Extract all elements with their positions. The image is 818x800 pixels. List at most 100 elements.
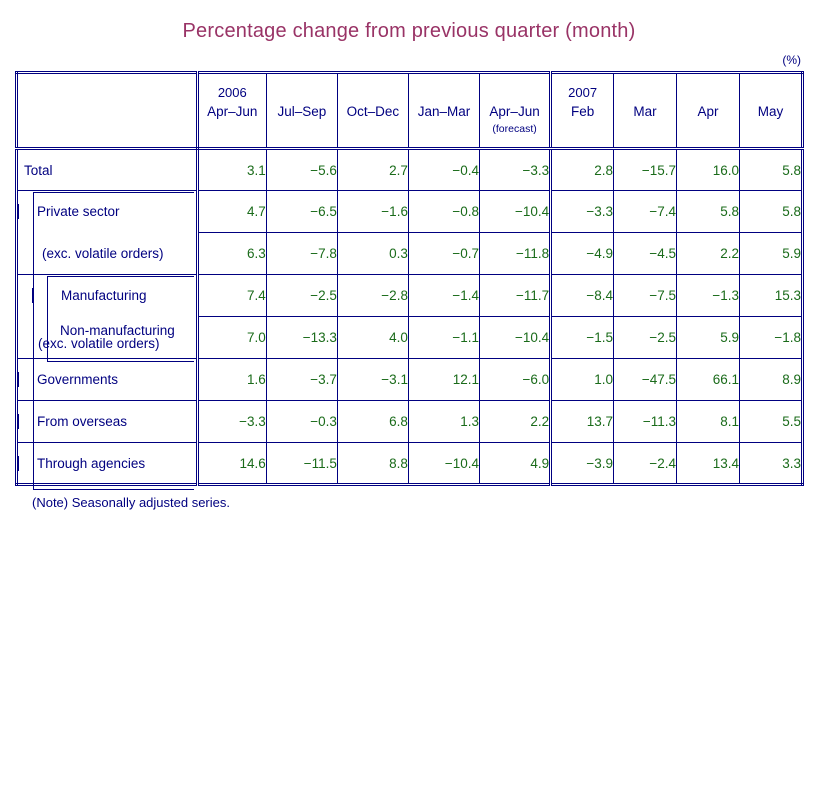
header-col-4: Apr–Jun (forecast) xyxy=(479,72,552,150)
cell-value: 2.8 xyxy=(549,148,615,191)
header-sub-8 xyxy=(740,121,801,137)
header-year-5: 2007 xyxy=(568,85,598,100)
table-row: Through agencies 14.6 −11.5 8.8 −10.4 4.… xyxy=(16,442,804,485)
table-row: Manufacturing 7.4 −2.5 −2.8 −1.4 −11.7 −… xyxy=(16,274,804,317)
header-period-8: May xyxy=(757,104,784,119)
header-period-4: Apr–Jun xyxy=(489,104,540,119)
header-row: 2006 Apr–Jun Jul–Sep Oct–Dec Jan–Mar Apr… xyxy=(16,72,804,150)
cell-value: −7.4 xyxy=(613,190,678,233)
cell-value: −47.5 xyxy=(613,358,678,401)
row-label-private-exc-volatile: (exc. volatile orders) xyxy=(16,232,199,275)
table-row: From overseas −3.3 −0.3 6.8 1.3 2.2 13.7… xyxy=(16,400,804,443)
cell-value: −11.7 xyxy=(479,274,552,317)
row-label-private-sector: Private sector xyxy=(16,190,199,233)
row-label-text: Total xyxy=(24,162,53,178)
cell-value: 5.9 xyxy=(676,316,740,359)
row-label-total: Total xyxy=(16,148,199,191)
cell-value: −1.5 xyxy=(549,316,615,359)
row-label-text: Private sector xyxy=(18,204,196,220)
cell-value: 5.9 xyxy=(738,232,804,275)
header-year-6 xyxy=(614,84,676,102)
cell-value: 14.6 xyxy=(196,442,267,485)
header-period-0: Apr–Jun xyxy=(207,104,258,119)
cell-value: −0.3 xyxy=(265,400,338,443)
cell-value: −1.4 xyxy=(407,274,481,317)
cell-value: −1.3 xyxy=(676,274,740,317)
cell-value: 1.0 xyxy=(549,358,615,401)
cell-value: 15.3 xyxy=(738,274,804,317)
cell-value: −4.9 xyxy=(549,232,615,275)
cell-value: 1.3 xyxy=(407,400,481,443)
header-sub-2 xyxy=(338,121,408,137)
cell-value: −2.8 xyxy=(336,274,409,317)
cell-value: 2.7 xyxy=(336,148,409,191)
unit-label: (%) xyxy=(782,53,801,67)
header-col-0: 2006 Apr–Jun xyxy=(196,72,267,150)
header-sub-6 xyxy=(614,121,676,137)
row-label-text: Governments xyxy=(18,372,196,387)
cell-value: −10.4 xyxy=(479,190,552,233)
header-corner-cell xyxy=(16,72,199,150)
header-col-8: May xyxy=(738,72,804,150)
header-sub-3 xyxy=(409,121,479,137)
cell-value: −15.7 xyxy=(613,148,678,191)
cell-value: −0.8 xyxy=(407,190,481,233)
table-header: 2006 Apr–Jun Jul–Sep Oct–Dec Jan–Mar Apr… xyxy=(16,72,804,150)
cell-value: 66.1 xyxy=(676,358,740,401)
header-sub-5 xyxy=(552,121,613,137)
cell-value: 1.6 xyxy=(196,358,267,401)
page-title: Percentage change from previous quarter … xyxy=(182,20,636,42)
header-year-0: 2006 xyxy=(217,85,247,100)
header-year-4 xyxy=(480,84,549,102)
header-col-6: Mar xyxy=(613,72,678,150)
cell-value: 8.8 xyxy=(336,442,409,485)
cell-value: −7.5 xyxy=(613,274,678,317)
table-row: Governments 1.6 −3.7 −3.1 12.1 −6.0 1.0 … xyxy=(16,358,804,401)
table-row: Private sector 4.7 −6.5 −1.6 −0.8 −10.4 … xyxy=(16,190,804,233)
cell-value: 0.3 xyxy=(336,232,409,275)
footnote: (Note) Seasonally adjusted series. xyxy=(32,495,230,510)
header-year-8 xyxy=(740,84,801,102)
cell-value: 3.1 xyxy=(196,148,267,191)
cell-value: −8.4 xyxy=(549,274,615,317)
header-period-1: Jul–Sep xyxy=(277,104,327,119)
cell-value: −13.3 xyxy=(265,316,338,359)
cell-value: −11.3 xyxy=(613,400,678,443)
header-year-3 xyxy=(409,84,479,102)
cell-value: −6.0 xyxy=(479,358,552,401)
header-period-7: Apr xyxy=(697,104,719,119)
cell-value: −1.8 xyxy=(738,316,804,359)
cell-value: 2.2 xyxy=(676,232,740,275)
cell-value: −3.3 xyxy=(479,148,552,191)
cell-value: −4.5 xyxy=(613,232,678,275)
row-label-governments: Governments xyxy=(16,358,199,401)
header-year-7 xyxy=(677,84,739,102)
header-sub-0 xyxy=(199,121,266,137)
table-row: (exc. volatile orders) 6.3 −7.8 0.3 −0.7… xyxy=(16,232,804,275)
header-period-6: Mar xyxy=(633,104,657,119)
cell-value: 4.9 xyxy=(479,442,552,485)
header-period-3: Jan–Mar xyxy=(417,104,471,119)
table-body: Total 3.1 −5.6 2.7 −0.4 −3.3 2.8 −15.7 1… xyxy=(16,148,804,485)
cell-value: 4.7 xyxy=(196,190,267,233)
cell-value: 13.4 xyxy=(676,442,740,485)
table-row: Non-manufacturing (exc. volatile orders)… xyxy=(16,316,804,359)
row-label-text: (exc. volatile orders) xyxy=(42,245,164,261)
cell-value: −10.4 xyxy=(479,316,552,359)
header-period-2: Oct–Dec xyxy=(346,104,400,119)
header-sub-1 xyxy=(267,121,337,137)
row-label-manufacturing: Manufacturing xyxy=(16,274,199,317)
row-label-text: From overseas xyxy=(18,414,196,429)
header-sub-7 xyxy=(677,121,739,137)
row-label-from-overseas: From overseas xyxy=(16,400,199,443)
cell-value: 6.8 xyxy=(336,400,409,443)
cell-value: 5.8 xyxy=(676,190,740,233)
cell-value: −11.5 xyxy=(265,442,338,485)
header-year-1 xyxy=(267,84,337,102)
cell-value: −3.1 xyxy=(336,358,409,401)
cell-value: −0.4 xyxy=(407,148,481,191)
cell-value: −2.5 xyxy=(265,274,338,317)
header-col-5: 2007 Feb xyxy=(549,72,615,150)
cell-value: −10.4 xyxy=(407,442,481,485)
machinery-orders-table: 2006 Apr–Jun Jul–Sep Oct–Dec Jan–Mar Apr… xyxy=(15,71,804,486)
